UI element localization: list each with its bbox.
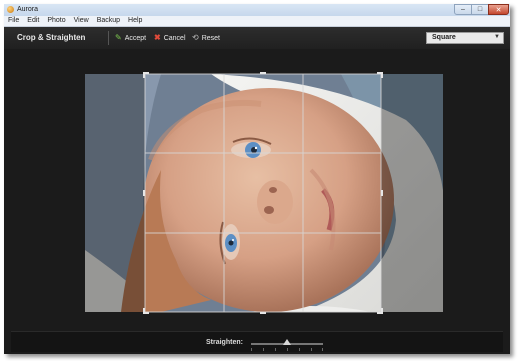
photo-canvas xyxy=(11,50,503,330)
slider-tick xyxy=(251,348,252,351)
cancel-button[interactable]: ✖ Cancel xyxy=(154,34,186,42)
slider-tick xyxy=(311,348,312,351)
cancel-icon: ✖ xyxy=(154,33,161,42)
menu-backup[interactable]: Backup xyxy=(93,16,124,26)
accept-icon: ✎ xyxy=(115,33,122,42)
crop-shade-left xyxy=(85,74,145,312)
minimize-button[interactable]: – xyxy=(454,4,472,15)
reset-label: Reset xyxy=(201,34,220,42)
app-icon xyxy=(7,6,14,13)
app-window: Aurora – □ ✕ File Edit Photo View Backup… xyxy=(4,4,510,354)
cancel-label: Cancel xyxy=(163,34,186,42)
menu-photo[interactable]: Photo xyxy=(43,16,69,26)
menu-file[interactable]: File xyxy=(4,16,23,26)
aspect-ratio-select[interactable]: Square ▼ xyxy=(426,32,504,44)
straighten-slider-thumb[interactable] xyxy=(283,339,291,345)
slider-tick xyxy=(322,348,323,351)
close-button[interactable]: ✕ xyxy=(488,4,509,15)
tool-title: Crop & Straighten xyxy=(17,33,86,42)
menu-bar: File Edit Photo View Backup Help xyxy=(4,16,510,27)
crop-toolbar: Crop & Straighten ✎ Accept ✖ Cancel ⟲ Re… xyxy=(4,27,510,49)
straighten-label: Straighten: xyxy=(206,339,243,346)
straighten-slider[interactable] xyxy=(251,339,323,351)
slider-tick xyxy=(287,348,288,351)
slider-tick xyxy=(299,348,300,351)
menu-view[interactable]: View xyxy=(70,16,93,26)
chevron-down-icon: ▼ xyxy=(494,34,500,40)
straighten-bar: Straighten: xyxy=(11,331,503,352)
maximize-button[interactable]: □ xyxy=(471,4,489,15)
slider-tick xyxy=(263,348,264,351)
toolbar-divider xyxy=(108,31,109,45)
slider-tick xyxy=(275,348,276,351)
title-bar: Aurora – □ ✕ xyxy=(4,4,510,16)
crop-shade-right xyxy=(381,74,443,312)
reset-button[interactable]: ⟲ Reset xyxy=(192,34,220,42)
menu-edit[interactable]: Edit xyxy=(23,16,43,26)
menu-help[interactable]: Help xyxy=(124,16,146,26)
photo-svg xyxy=(85,72,443,314)
reset-icon: ⟲ xyxy=(192,33,199,42)
aspect-ratio-value: Square xyxy=(432,34,456,41)
accept-label: Accept xyxy=(124,34,147,42)
window-title: Aurora xyxy=(17,6,39,13)
accept-button[interactable]: ✎ Accept xyxy=(115,34,146,42)
